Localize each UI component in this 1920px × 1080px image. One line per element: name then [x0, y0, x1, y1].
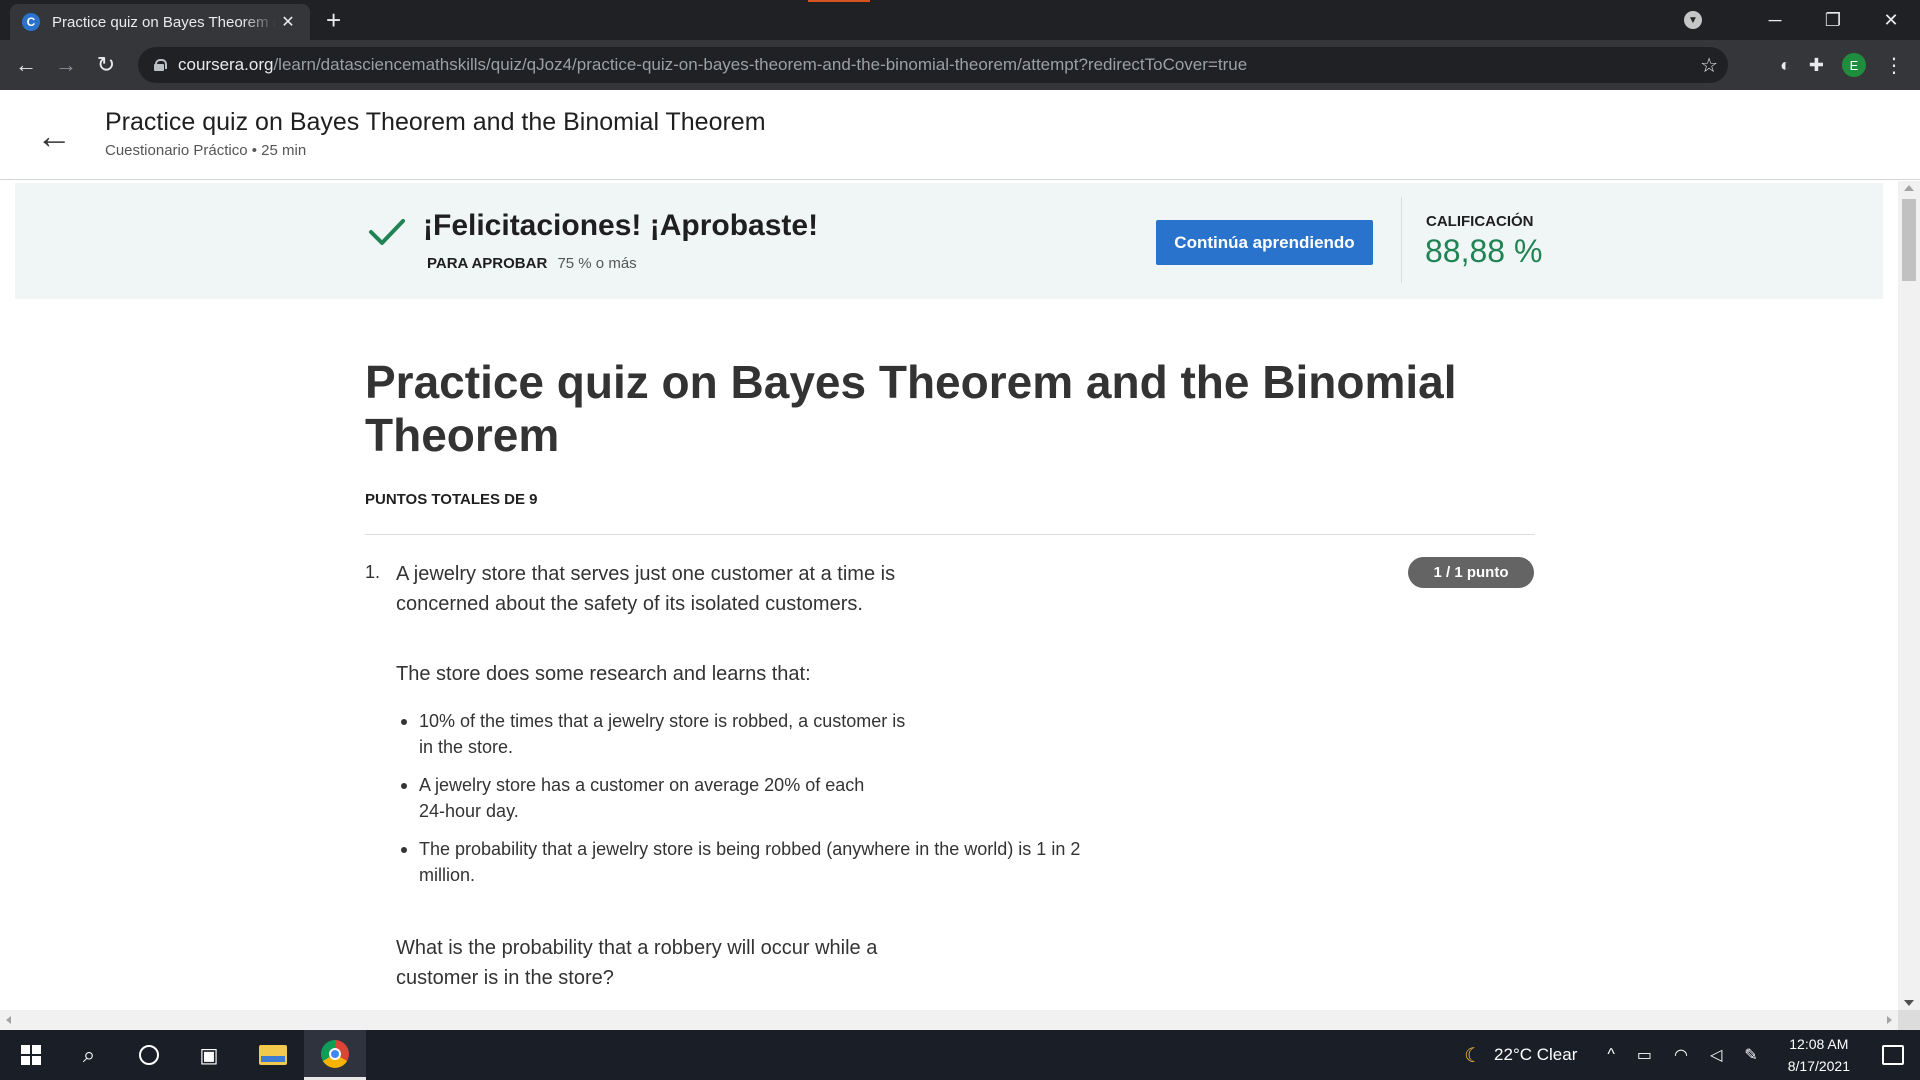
restore-window-icon[interactable]: ❐	[1804, 10, 1862, 31]
continue-learning-button[interactable]: Continúa aprendiendo	[1156, 220, 1373, 265]
list-item: 10% of the times that a jewelry store is…	[396, 708, 916, 760]
scroll-down-icon[interactable]	[1904, 1000, 1914, 1006]
total-points: PUNTOS TOTALES DE 9	[365, 491, 538, 508]
bookmark-star-icon[interactable]: ☆	[1700, 53, 1718, 78]
battery-icon[interactable]: ▭	[1637, 1045, 1652, 1065]
address-bar[interactable]: coursera.org /learn/datasciencemathskill…	[138, 47, 1728, 83]
congrats-heading: ¡Felicitaciones! ¡Aprobaste!	[423, 209, 819, 242]
chevron-up-icon[interactable]: ^	[1607, 1046, 1615, 1064]
tab-strip-accent	[808, 0, 870, 2]
browser-menu-icon[interactable]: ⋮	[1884, 53, 1904, 78]
close-tab-icon[interactable]: ✕	[278, 12, 298, 32]
header-title: Practice quiz on Bayes Theorem and the B…	[105, 108, 766, 136]
coursera-favicon-icon: C	[22, 13, 40, 31]
back-nav-icon[interactable]: ←	[6, 52, 46, 78]
vertical-scrollbar[interactable]	[1898, 181, 1920, 1010]
minimize-window-icon[interactable]: ─	[1746, 10, 1804, 31]
scroll-left-icon[interactable]	[6, 1016, 11, 1024]
task-view-icon[interactable]: ▣	[190, 1030, 228, 1080]
file-explorer-icon[interactable]	[253, 1030, 293, 1080]
header-subtitle: Cuestionario Práctico • 25 min	[105, 142, 307, 159]
cortana-icon[interactable]	[130, 1030, 168, 1080]
back-arrow-icon[interactable]: ←	[36, 118, 72, 154]
system-tray: ☾ 22°C Clear ^ ▭ ◠ ◁ ✎ 12:08 AM 8/17/202…	[1464, 1030, 1920, 1080]
grade-label: CALIFICACIÓN	[1426, 213, 1534, 230]
browser-tab-active[interactable]: C Practice quiz on Bayes Theorem and the…	[10, 4, 310, 40]
question-number: 1.	[365, 562, 381, 582]
tab-search-icon[interactable]: ▼	[1684, 11, 1702, 29]
wifi-icon[interactable]: ◠	[1674, 1045, 1688, 1065]
scroll-thumb[interactable]	[1902, 199, 1916, 281]
window-controls: ▼ ─ ❐ ✕	[1684, 0, 1920, 40]
scroll-right-icon[interactable]	[1887, 1016, 1892, 1024]
grade-value: 88,88 %	[1425, 233, 1543, 269]
pass-value: 75 % o más	[557, 255, 637, 272]
list-item: A jewelry store has a customer on averag…	[396, 772, 886, 824]
result-banner: ¡Felicitaciones! ¡Aprobaste! PARA APROBA…	[15, 183, 1883, 299]
checkmark-icon	[369, 219, 405, 245]
search-icon[interactable]: ⌕	[70, 1030, 108, 1080]
lock-icon[interactable]	[154, 59, 167, 71]
scrollbar-corner	[1898, 1010, 1920, 1030]
url-path: /learn/datasciencemathskills/quiz/qJoz4/…	[273, 55, 1248, 74]
clock-date: 8/17/2021	[1787, 1058, 1850, 1074]
list-item: The probability that a jewelry store is …	[396, 836, 1106, 888]
points-badge: 1 / 1 punto	[1408, 557, 1534, 588]
question-text: What is the probability that a robbery w…	[396, 937, 878, 989]
scroll-up-icon[interactable]	[1904, 185, 1914, 191]
browser-toolbar: ← → ↻ coursera.org /learn/datasciencemat…	[0, 40, 1920, 90]
pass-requirement: PARA APROBAR 75 % o más	[427, 255, 637, 272]
reload-icon[interactable]: ↻	[86, 52, 126, 78]
close-window-icon[interactable]: ✕	[1862, 10, 1920, 31]
browser-tab-strip: C Practice quiz on Bayes Theorem and the…	[0, 0, 1920, 40]
new-tab-button[interactable]: +	[326, 6, 341, 34]
url-host: coursera.org	[178, 55, 274, 74]
research-findings-list: 10% of the times that a jewelry store is…	[396, 708, 1116, 900]
banner-divider	[1401, 197, 1402, 283]
weather-text[interactable]: 22°C Clear	[1494, 1045, 1577, 1065]
puzzle-extensions-icon[interactable]: ✚	[1809, 55, 1824, 76]
clock-time: 12:08 AM	[1789, 1036, 1849, 1052]
extension-icon[interactable]: ◐	[1780, 55, 1791, 76]
clock[interactable]: 12:08 AM 8/17/2021	[1788, 1033, 1850, 1077]
horizontal-scrollbar[interactable]	[0, 1010, 1898, 1030]
pen-icon[interactable]: ✎	[1744, 1045, 1757, 1065]
tab-title: Practice quiz on Bayes Theorem and the B…	[52, 13, 276, 31]
extensions-area: ◐ ✚ E ⋮	[1780, 40, 1904, 90]
pass-label: PARA APROBAR	[427, 255, 548, 272]
notification-icon[interactable]	[1882, 1045, 1904, 1065]
volume-icon[interactable]: ◁	[1710, 1045, 1722, 1065]
quiz-page-header: ← Practice quiz on Bayes Theorem and the…	[0, 90, 1920, 180]
profile-avatar[interactable]: E	[1842, 53, 1866, 77]
research-text: The store does some research and learns …	[396, 663, 811, 685]
forward-nav-icon[interactable]: →	[46, 52, 86, 78]
chrome-taskbar-icon[interactable]	[304, 1030, 366, 1080]
windows-taskbar: ⌕ ▣ ☾ 22°C Clear ^ ▭ ◠ ◁ ✎ 12:08 AM 8/17…	[0, 1030, 1920, 1080]
moon-weather-icon[interactable]: ☾	[1464, 1043, 1482, 1068]
quiz-title: Practice quiz on Bayes Theorem and the B…	[365, 356, 1457, 461]
windows-start-icon[interactable]	[12, 1030, 50, 1080]
section-divider	[365, 534, 1535, 535]
question-intro: A jewelry store that serves just one cus…	[396, 563, 896, 615]
